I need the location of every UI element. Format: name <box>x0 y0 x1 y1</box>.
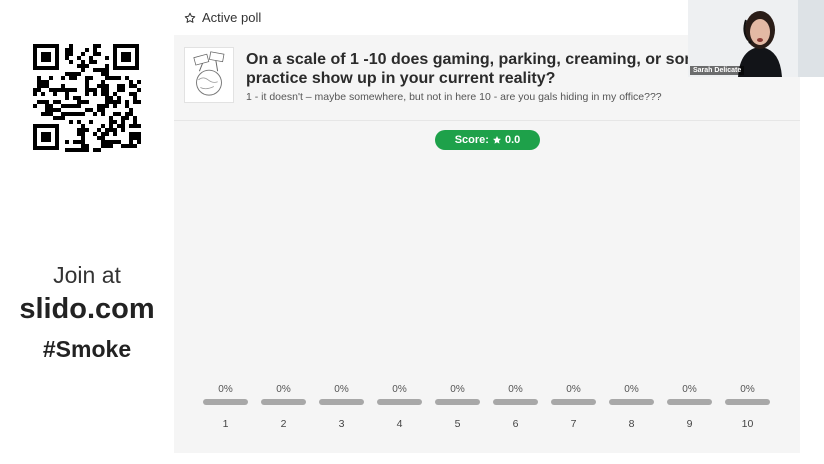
join-prefix: Join at <box>53 262 121 288</box>
option-percent: 0% <box>740 384 755 395</box>
rating-option-2: 0% 2 <box>261 383 306 430</box>
active-poll-label: Active poll <box>184 10 261 25</box>
option-percent: 0% <box>334 384 349 395</box>
rating-option-6: 0% 6 <box>493 383 538 430</box>
score-label: Score: <box>454 134 489 146</box>
option-bar <box>667 399 712 405</box>
poll-illustration <box>184 47 234 103</box>
active-poll-text: Active poll <box>202 10 262 25</box>
option-label: 10 <box>741 418 754 430</box>
option-percent: 0% <box>682 384 697 395</box>
option-bar <box>435 399 480 405</box>
rating-option-4: 0% 4 <box>377 383 422 430</box>
option-bar <box>551 399 596 405</box>
option-label: 3 <box>338 418 345 430</box>
option-label: 7 <box>570 418 577 430</box>
option-label: 2 <box>280 418 287 430</box>
option-label: 4 <box>396 418 403 430</box>
option-bar <box>319 399 364 405</box>
option-bar <box>377 399 422 405</box>
rating-option-5: 0% 5 <box>435 383 480 430</box>
option-label: 9 <box>686 418 693 430</box>
option-percent: 0% <box>624 384 639 395</box>
rating-option-8: 0% 8 <box>609 383 654 430</box>
star-filled-icon <box>493 136 501 144</box>
option-bar <box>261 399 306 405</box>
rating-results: 0% 1 0% 2 0% 3 0% 4 0% 5 0% 6 0% 7 0% 8 0% 9 0% 10 <box>203 383 783 433</box>
rating-option-10: 0% 10 <box>725 383 770 430</box>
option-label: 5 <box>454 418 461 430</box>
option-percent: 0% <box>508 384 523 395</box>
option-percent: 0% <box>392 384 407 395</box>
option-bar <box>203 399 248 405</box>
option-percent: 0% <box>566 384 581 395</box>
option-percent: 0% <box>276 384 291 395</box>
option-bar <box>725 399 770 405</box>
option-label: 8 <box>628 418 635 430</box>
option-bar <box>609 399 654 405</box>
score-value: 0.0 <box>504 134 521 146</box>
star-outline-icon <box>184 12 196 23</box>
option-label: 1 <box>222 418 229 430</box>
rating-option-3: 0% 3 <box>319 383 364 430</box>
option-label: 6 <box>512 418 519 430</box>
participant-name: Sarah Delicate <box>690 66 745 75</box>
option-percent: 0% <box>218 384 233 395</box>
score-badge: Score: 0.0 <box>435 130 540 150</box>
rating-option-1: 0% 1 <box>203 383 248 430</box>
poll-card: On a scale of 1 -10 does gaming, parking… <box>174 35 800 453</box>
join-url: slido.com <box>19 293 155 325</box>
option-bar <box>493 399 538 405</box>
rating-option-9: 0% 9 <box>667 383 712 430</box>
presenter-video: Sarah Delicate <box>688 0 824 77</box>
rating-option-7: 0% 7 <box>551 383 596 430</box>
poll-description: 1 - it doesn't – maybe somewhere, but no… <box>246 91 662 103</box>
qr-code <box>31 42 141 152</box>
presentation-stage: Join at slido.com #Smoke Active poll On … <box>0 0 824 464</box>
event-code: #Smoke <box>42 336 132 362</box>
option-percent: 0% <box>450 384 465 395</box>
